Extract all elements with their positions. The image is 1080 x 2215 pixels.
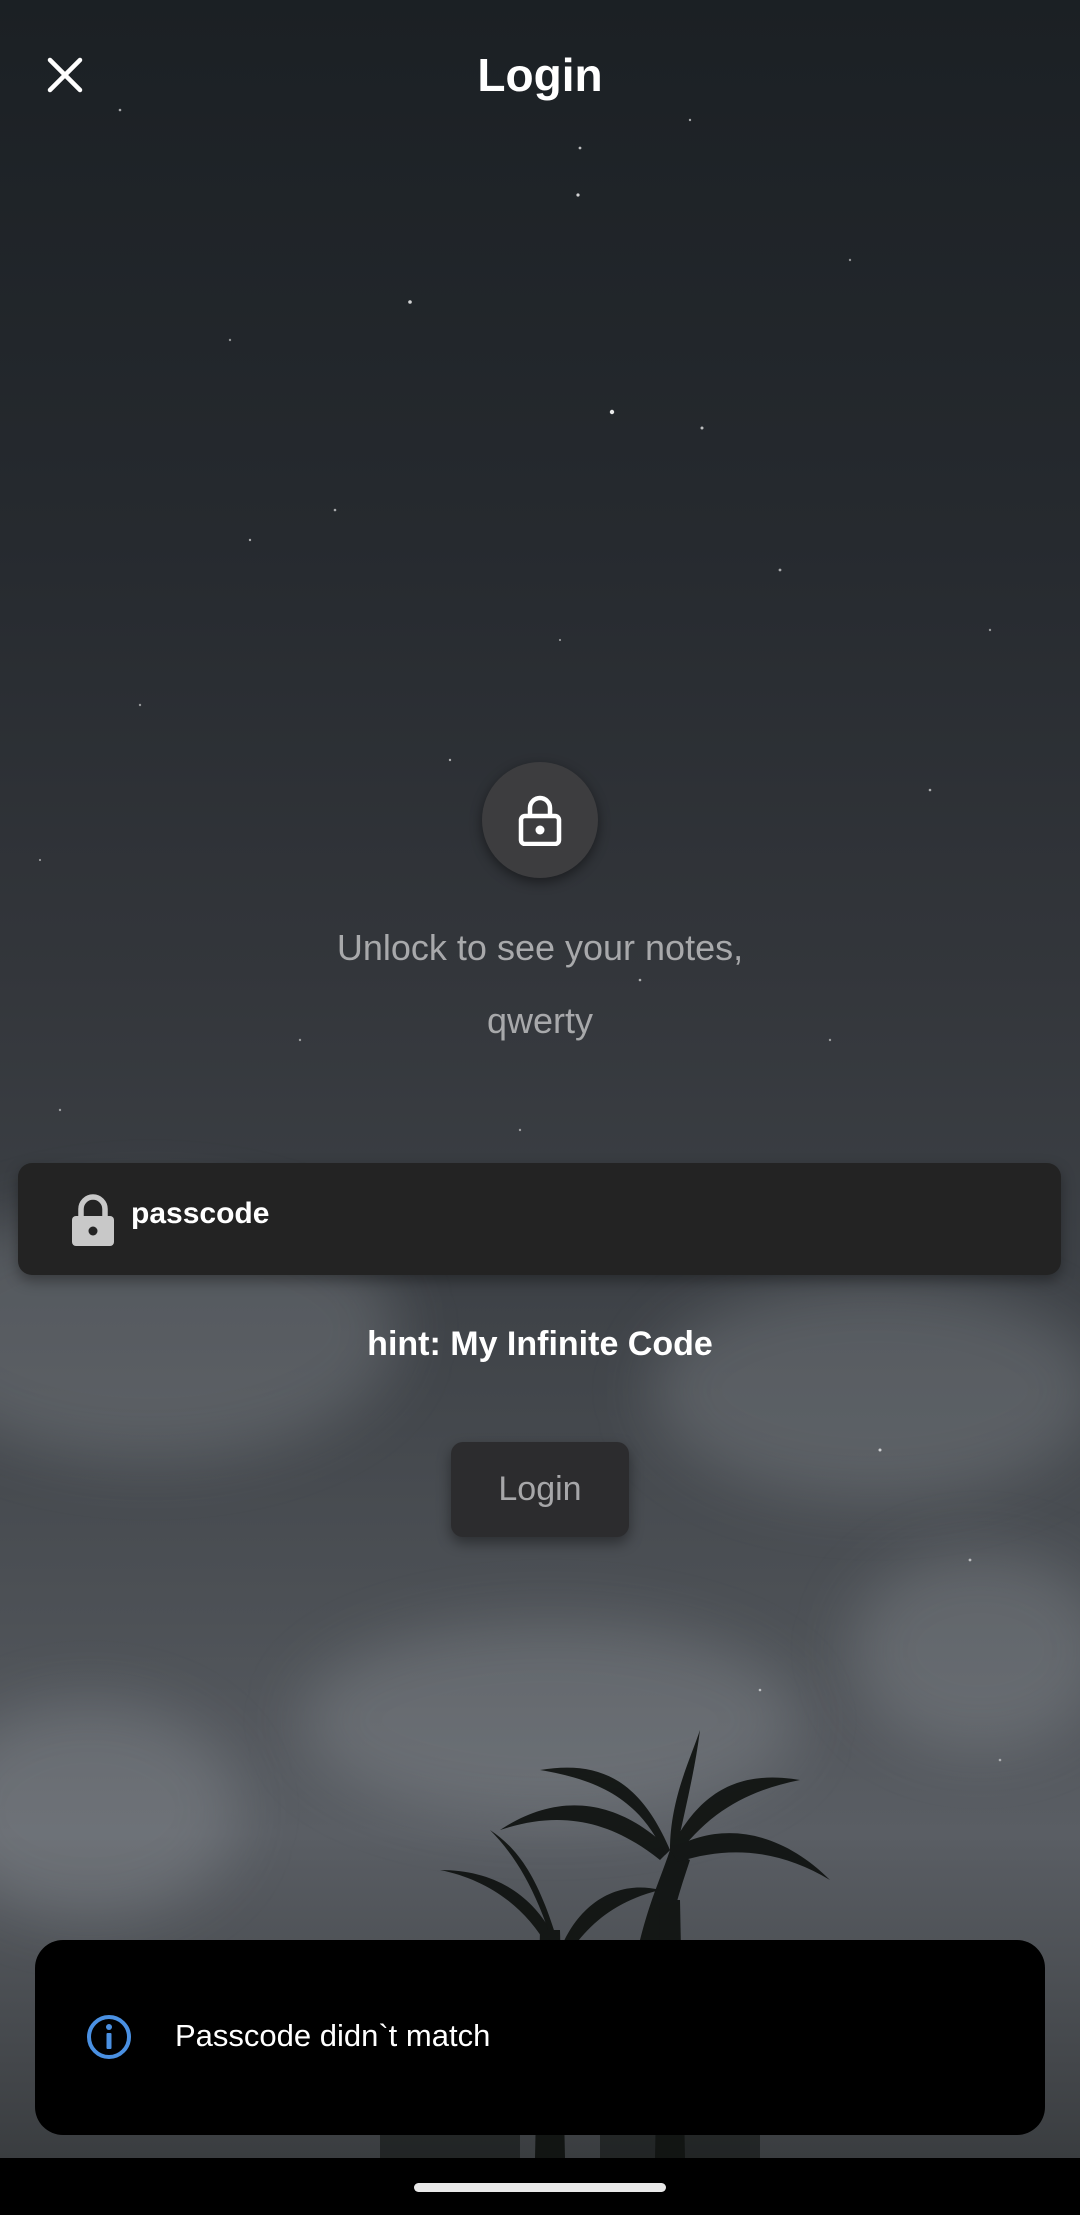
- page-title: Login: [477, 49, 603, 101]
- lock-icon: [72, 1194, 114, 1246]
- home-indicator[interactable]: [414, 2183, 666, 2192]
- unlock-message-line2: qwerty: [486, 1000, 594, 1041]
- login-button[interactable]: Login: [451, 1442, 629, 1537]
- unlock-message-line1: Unlock to see your notes,: [336, 927, 744, 968]
- system-navigation-bar: [0, 2158, 1080, 2215]
- palm-tree-silhouette: [380, 1730, 830, 2158]
- lock-badge: [482, 762, 598, 878]
- passcode-field[interactable]: passcode: [18, 1163, 1061, 1275]
- error-snackbar: Passcode didn`t match: [35, 1940, 1045, 2135]
- passcode-hint: hint: My Infinite Code: [367, 1325, 713, 1363]
- top-app-bar: Login: [0, 0, 1080, 156]
- snackbar-message: Passcode didn`t match: [175, 2018, 491, 2053]
- passcode-input[interactable]: passcode: [131, 1197, 1031, 1231]
- info-icon: [87, 2015, 131, 2059]
- lock-icon: [518, 795, 562, 846]
- background-image: [0, 0, 1080, 2158]
